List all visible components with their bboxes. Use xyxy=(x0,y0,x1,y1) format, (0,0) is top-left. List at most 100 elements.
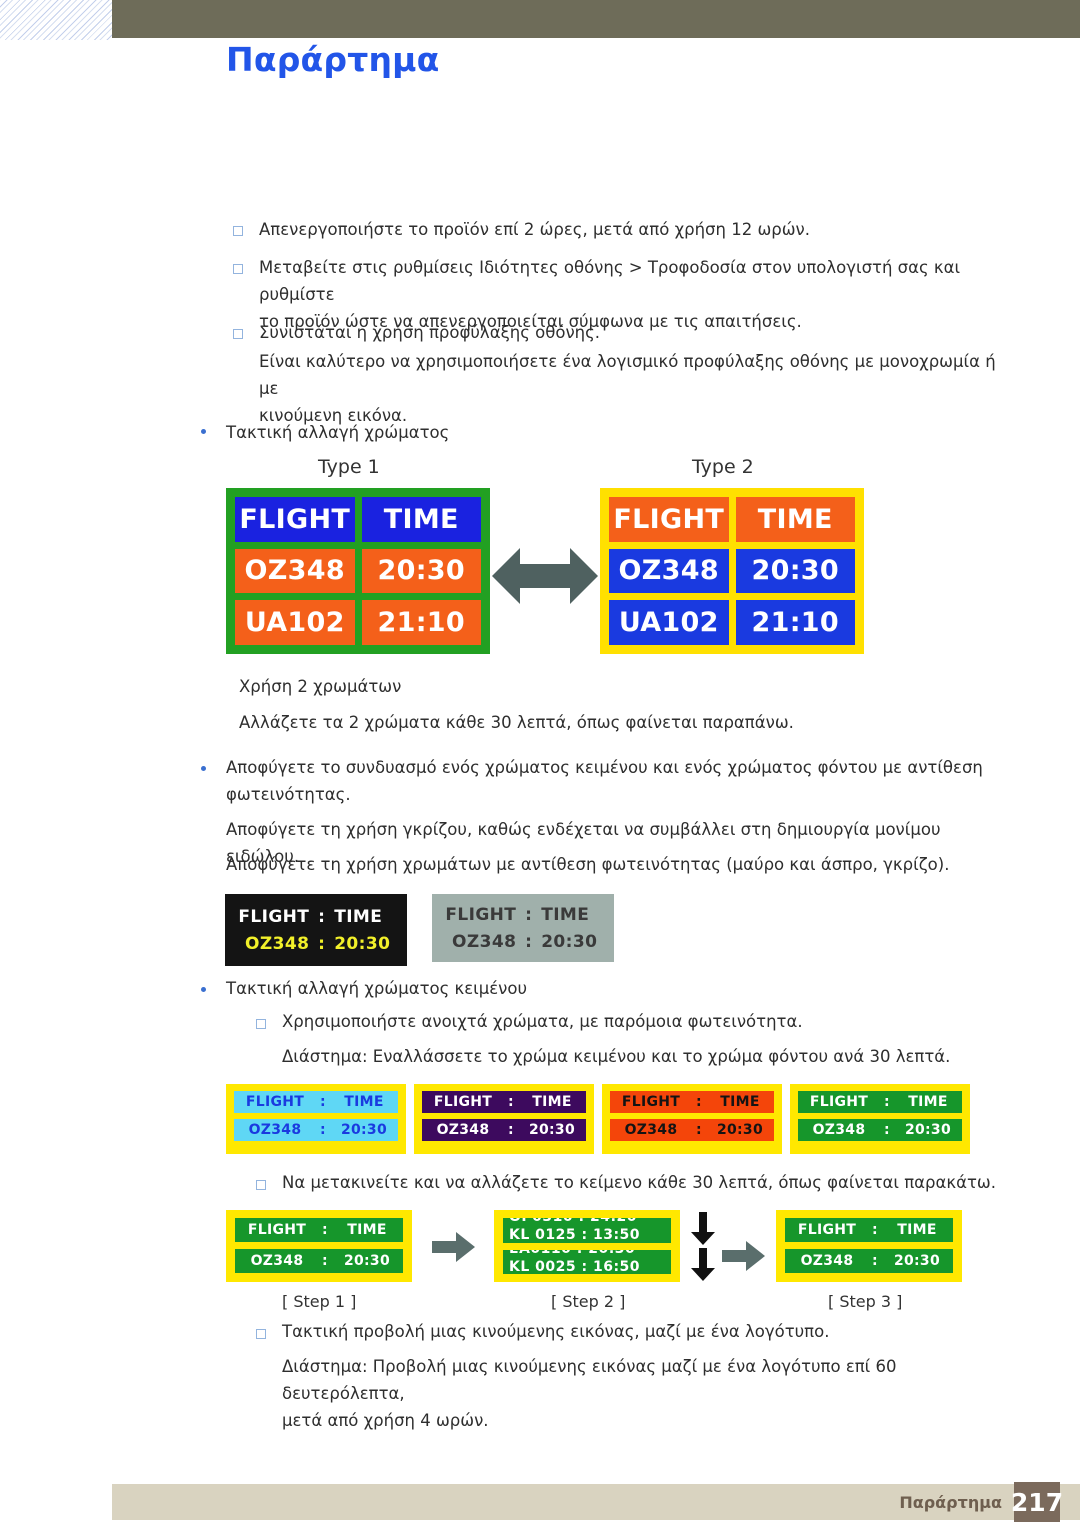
small-cell: 20:30 xyxy=(904,1122,952,1138)
right-arrow-icon xyxy=(722,1241,766,1275)
double-arrow-icon xyxy=(490,543,600,613)
small-board-row: OZ348:20:30 xyxy=(798,1119,962,1141)
flight-cell: 21:10 xyxy=(735,600,855,645)
avoid-bw-text: Αποφύγετε τη χρήση χρωμάτων με αντίθεση … xyxy=(226,855,950,874)
right-arrow-icon xyxy=(432,1232,476,1266)
bullet-text-screensaver: Συνιστάται η χρήση προφύλαξης οθόνης. xyxy=(259,323,601,342)
step-cell: : xyxy=(872,1222,878,1238)
small-board-cyan: FLIGHT: TIME OZ348:20:30 xyxy=(226,1084,406,1154)
small-cell: : xyxy=(320,1122,326,1138)
step2-line-bottom: KL 0025 : 16:50 xyxy=(509,1258,641,1275)
use-light-colors-text: Χρησιμοποιήστε ανοιχτά χρώματα, με παρόμ… xyxy=(282,1012,803,1031)
bullet-text-poweroff: Απενεργοποιήστε το προϊόν επί 2 ώρες, με… xyxy=(259,220,811,239)
bullet-square-icon xyxy=(233,226,243,236)
step2-line-top: OP0310 : 24:20 xyxy=(509,1218,637,1225)
mono-cell: : xyxy=(318,933,326,954)
flight-board-type2: FLIGHT TIME OZ348 20:30 UA102 21:10 xyxy=(600,488,864,654)
bullet-square-icon xyxy=(233,329,243,339)
small-cell: TIME xyxy=(720,1094,760,1110)
small-cell: 20:30 xyxy=(528,1122,576,1138)
flight-cell: OZ348 xyxy=(609,548,729,594)
mono-cell: TIME xyxy=(541,904,590,925)
small-board-green: FLIGHT: TIME OZ348:20:30 xyxy=(790,1084,970,1154)
flight-cell: TIME xyxy=(361,497,481,542)
note-two-colors: Χρήση 2 χρωμάτων xyxy=(239,677,402,696)
section-text-color-change: Τακτική αλλαγή χρώματος κειμένου xyxy=(226,979,528,998)
step-board-row: OZ348:20:30 xyxy=(785,1249,953,1273)
mono-cell: OZ348 xyxy=(452,931,517,952)
small-cell: : xyxy=(696,1094,702,1110)
small-cell: TIME xyxy=(344,1094,384,1110)
small-board-row: FLIGHT: TIME xyxy=(610,1091,774,1113)
small-cell: 20:30 xyxy=(340,1122,388,1138)
small-board-purple: FLIGHT: TIME OZ348:20:30 xyxy=(414,1084,594,1154)
mono-board-black: FLIGHT: TIME OZ348:20:30 xyxy=(225,894,407,966)
header-bar xyxy=(112,0,1080,38)
small-cell: 20:30 xyxy=(716,1122,764,1138)
mono-cell: FLIGHT xyxy=(238,906,310,927)
step2-board: OP0310 : 24:20 KL 0125 : 13:50 EA0110 : 20… xyxy=(494,1210,680,1282)
step-cell: 20:30 xyxy=(343,1253,391,1269)
mono-cell: : xyxy=(525,904,533,925)
mono-board-row: OZ348:20:30 xyxy=(225,934,407,954)
step2-scrolling-row: EA0110 : 20:30KL 0025 : 16:50 xyxy=(503,1249,671,1275)
small-cell: OZ348 xyxy=(436,1122,490,1138)
flight-cell: 20:30 xyxy=(361,548,481,594)
small-cell: OZ348 xyxy=(248,1122,302,1138)
mono-cell: : xyxy=(318,906,326,927)
bullet-square-icon xyxy=(256,1329,266,1339)
avoid-contrast-text: Αποφύγετε το συνδυασμό ενός χρώματος κει… xyxy=(226,758,983,804)
interval-moving-image-text: Διάστημα: Προβολή μιας κινούμενης εικόνα… xyxy=(282,1357,897,1430)
type2-label: Type 2 xyxy=(692,456,754,478)
small-cell: FLIGHT xyxy=(245,1094,305,1110)
step2-line-top: EA0110 : 20:30 xyxy=(509,1250,635,1257)
interval-text-bg: Διάστημα: Εναλλάσσετε το χρώμα κειμένου … xyxy=(282,1047,951,1066)
step-cell: OZ348 xyxy=(800,1253,854,1269)
step-cell: : xyxy=(322,1253,328,1269)
small-cell: : xyxy=(508,1094,514,1110)
step2-scrolling-row: OP0310 : 24:20 KL 0125 : 13:50 xyxy=(503,1218,671,1243)
footer-label: Παράρτημα xyxy=(899,1493,1002,1512)
mono-cell: FLIGHT xyxy=(445,904,517,925)
flight-cell: FLIGHT xyxy=(609,497,729,542)
small-board-row: OZ348:20:30 xyxy=(610,1119,774,1141)
mono-board-row: OZ348:20:30 xyxy=(432,932,614,952)
small-cell: TIME xyxy=(908,1094,948,1110)
down-arrow-icon xyxy=(690,1212,716,1250)
mono-board-row: FLIGHT: TIME xyxy=(225,907,407,927)
step-cell: : xyxy=(872,1253,878,1269)
step3-label: [ Step 3 ] xyxy=(828,1292,903,1311)
page-title: Παράρτημα xyxy=(226,40,440,79)
small-cell: TIME xyxy=(532,1094,572,1110)
bullet-dot-icon xyxy=(201,429,206,434)
step-board-row: FLIGHT: TIME xyxy=(235,1218,403,1242)
bullet-dot-icon xyxy=(201,766,206,771)
section-color-change: Τακτική αλλαγή χρώματος xyxy=(226,423,450,442)
show-moving-image-text: Τακτική προβολή μιας κινούμενης εικόνας,… xyxy=(282,1322,830,1341)
small-cell: : xyxy=(508,1122,514,1138)
step-cell: 20:30 xyxy=(893,1253,941,1269)
mono-cell: TIME xyxy=(334,906,383,927)
step-board-row: OZ348:20:30 xyxy=(235,1249,403,1273)
step1-label: [ Step 1 ] xyxy=(282,1292,357,1311)
step2-label: [ Step 2 ] xyxy=(551,1292,626,1311)
flight-cell: FLIGHT xyxy=(235,497,355,542)
small-cell: : xyxy=(884,1094,890,1110)
step3-board: FLIGHT: TIME OZ348:20:30 xyxy=(776,1210,962,1282)
bullet-dot-icon xyxy=(201,987,206,992)
bullet-square-icon xyxy=(256,1019,266,1029)
flight-cell: TIME xyxy=(735,497,855,542)
small-board-row: FLIGHT: TIME xyxy=(234,1091,398,1113)
bullet-square-icon xyxy=(233,264,243,274)
mono-cell: OZ348 xyxy=(245,933,310,954)
flight-cell: UA102 xyxy=(235,600,355,645)
note-two-colors-detail: Αλλάζετε τα 2 χρώματα κάθε 30 λεπτά, όπω… xyxy=(239,713,794,732)
small-board-row: OZ348:20:30 xyxy=(234,1119,398,1141)
bullet-square-icon xyxy=(256,1180,266,1190)
move-text-instruction: Να μετακινείτε και να αλλάζετε το κείμεν… xyxy=(282,1173,996,1192)
mono-cell: : xyxy=(525,931,533,952)
small-board-row: FLIGHT: TIME xyxy=(798,1091,962,1113)
mono-cell: 20:30 xyxy=(334,933,391,954)
small-cell: FLIGHT xyxy=(433,1094,493,1110)
step1-board: FLIGHT: TIME OZ348:20:30 xyxy=(226,1210,412,1282)
